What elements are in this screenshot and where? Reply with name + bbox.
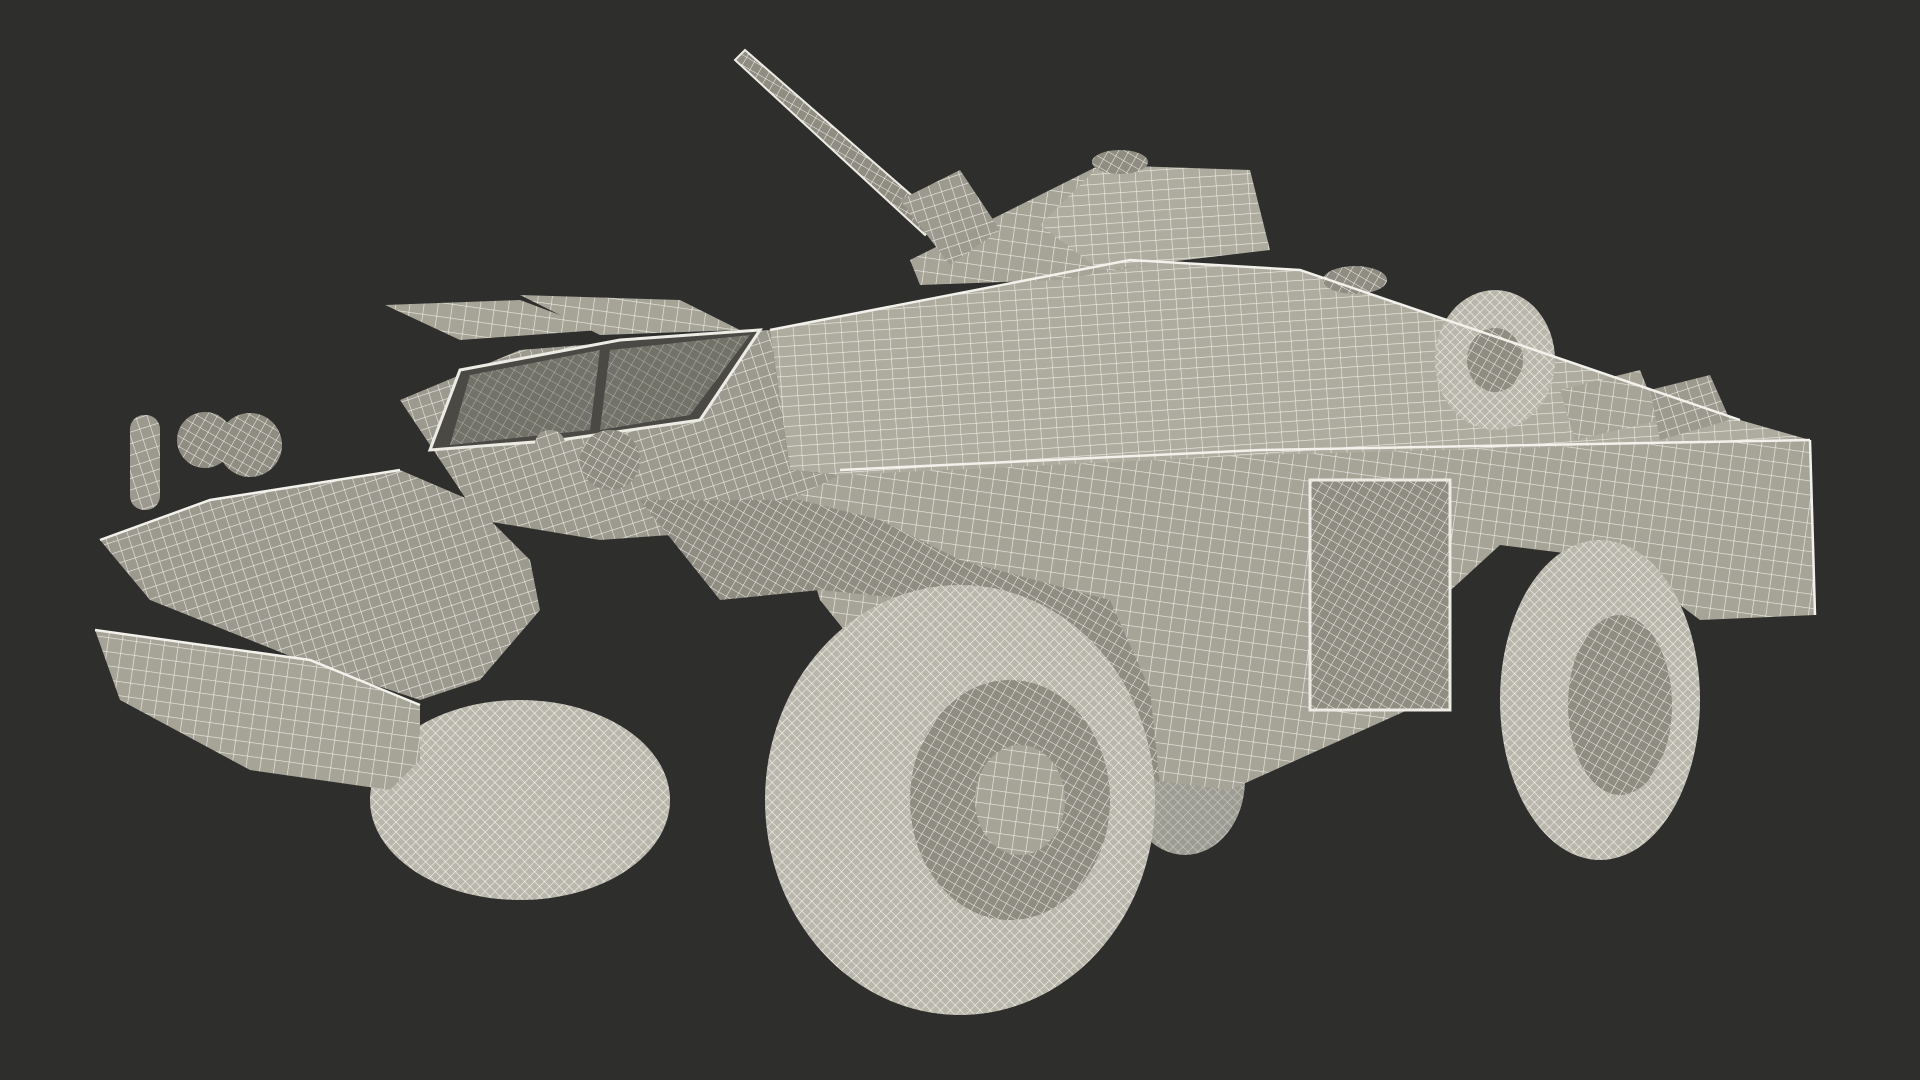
front-near-wheel [765, 585, 1155, 1015]
wireframe-render [94, 48, 1817, 1015]
rear-near-wheel [1500, 540, 1700, 860]
spare-wheel [1435, 290, 1555, 430]
machine-gun [733, 48, 1000, 265]
render-viewport [0, 0, 1920, 1080]
